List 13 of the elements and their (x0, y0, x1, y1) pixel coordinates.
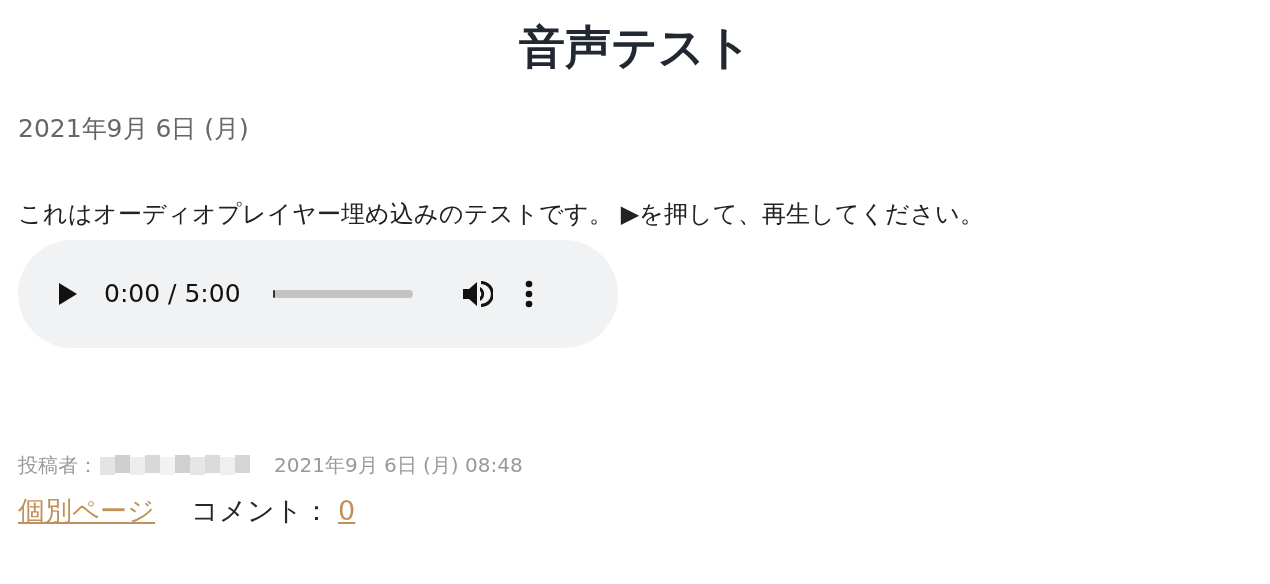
post-timestamp: 2021年9月 6日 (月) 08:48 (274, 452, 523, 479)
post-date: 2021年9月 6日 (月) (18, 112, 250, 145)
volume-icon[interactable] (460, 278, 493, 310)
author-label: 投稿者： (18, 452, 98, 479)
comments-count-link[interactable]: 0 (338, 495, 356, 526)
comments-label: コメント： (191, 494, 330, 528)
progress-track[interactable] (272, 290, 413, 298)
play-icon[interactable] (58, 282, 78, 306)
permalink-link[interactable]: 個別ページ (18, 493, 155, 529)
post-title: 音声テスト (517, 19, 753, 76)
more-options-icon[interactable] (524, 280, 533, 308)
post-body: これはオーディオプレイヤー埋め込みのテストです。 ▶を押して、再生してください。 (18, 198, 986, 230)
playback-time: 0:00 / 5:00 (104, 279, 241, 309)
